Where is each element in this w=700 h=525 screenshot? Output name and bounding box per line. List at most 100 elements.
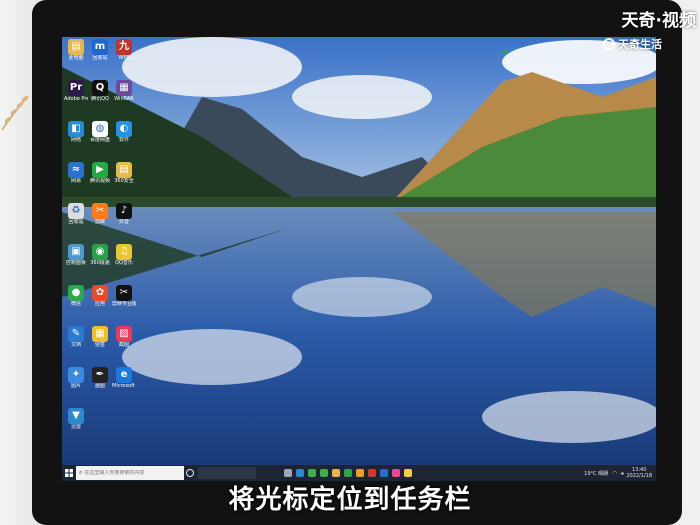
desktop-icon[interactable]: 九 WPS	[112, 39, 136, 61]
desktop-icon[interactable]: ◉ 360极速	[88, 244, 112, 266]
desktop-icon[interactable]: ♻ 回收站	[64, 203, 88, 225]
desktop-icon[interactable]: ✒ 画图	[88, 367, 112, 389]
desktop-icon[interactable]: ✦ 图片	[64, 367, 88, 389]
desktop-icon-label: 腾讯QQ	[91, 96, 109, 102]
desktop-icon-label: 360安全	[114, 178, 134, 184]
watermark-logo: 天奇生活	[603, 36, 662, 52]
task-view-icon	[284, 469, 292, 477]
desktop-icon[interactable]: ♫ QQ音乐	[112, 244, 136, 266]
desktop-icon[interactable]: ♪ 抖音	[112, 203, 136, 225]
desktop-icon[interactable]: ▦ 便签	[88, 326, 112, 348]
desktop-icon-label: 文档	[70, 342, 81, 348]
desktop-icon[interactable]: ◧ 网络	[64, 121, 88, 143]
app-icon: ▦	[116, 80, 132, 96]
desktop-icon[interactable]: ▼ 迅雷	[64, 408, 88, 430]
desktop-icon-label: 便签	[94, 342, 105, 348]
app-icon: ●	[68, 285, 84, 301]
desktop-icon[interactable]: ▤ 此电脑	[64, 39, 88, 61]
circle-icon	[186, 469, 194, 477]
logo-text: 天奇生活	[618, 38, 662, 51]
search-icon: ⌕	[79, 469, 83, 476]
app-icon: Pr	[68, 80, 84, 96]
desktop-icon-label: 360极速	[90, 260, 110, 266]
weather-text[interactable]: 19°C 晴朗	[584, 470, 608, 477]
desktop-icon[interactable]: ◍ 百度网盘	[88, 121, 112, 143]
desktop-icon[interactable]: ▶ 腾讯视频	[88, 162, 112, 184]
desktop-icon-label: 截图	[118, 342, 129, 348]
desktop-icon[interactable]: ✎ 文档	[64, 326, 88, 348]
wallpaper-lake	[62, 37, 656, 465]
taskbar-search[interactable]: ⌕	[76, 466, 184, 480]
desktop-icon[interactable]: Q 腾讯QQ	[88, 80, 112, 102]
desktop-icon[interactable]: ▤ 360安全	[112, 162, 136, 184]
notes-icon	[404, 469, 412, 477]
app-icon: ✒	[92, 367, 108, 383]
app-icon: ◍	[92, 121, 108, 137]
desktop-icon[interactable]: ▦ WinRAR	[112, 80, 136, 102]
app-icon: ◧	[68, 121, 84, 137]
desktop-icon-label: 图片	[70, 383, 81, 389]
app-icon: m	[92, 39, 108, 55]
desktop-icon-label: WPS	[118, 55, 130, 61]
app-icon: ♫	[116, 244, 132, 260]
wechat-icon	[344, 469, 352, 477]
desktop-icon-label: 回收站	[92, 55, 108, 61]
desktop-icon-label: 网易	[70, 178, 81, 184]
app-icon: ▣	[68, 244, 84, 260]
desktop-screen: ▤此电脑m回收站九WPSPrAdobe PremiereQ腾讯QQ▦WinRAR…	[62, 37, 656, 481]
desktop-icon-label: 微信	[70, 301, 81, 307]
volume-icon[interactable]: ◂	[620, 470, 623, 477]
app-icon: Q	[92, 80, 108, 96]
wheat-decoration	[1, 95, 29, 131]
app-icon: ▤	[116, 162, 132, 178]
app-icon: ✎	[68, 326, 84, 342]
app-icon: ▨	[116, 326, 132, 342]
app-icon: ✂	[92, 203, 108, 219]
app-icon: ◉	[92, 244, 108, 260]
taskbar-clock[interactable]: 13:40 2022/1/18	[626, 467, 652, 479]
desktop-icon-label: 剪映	[94, 219, 105, 225]
desktop-icons: ▤此电脑m回收站九WPSPrAdobe PremiereQ腾讯QQ▦WinRAR…	[64, 39, 136, 463]
app-icon: ♻	[68, 203, 84, 219]
desktop-icon[interactable]: ✿ 应用	[88, 285, 112, 307]
desktop-icon[interactable]: ● 微信	[64, 285, 88, 307]
desktop-icon-label: 回收站	[68, 219, 84, 225]
app-icon: ◐	[116, 121, 132, 137]
app-icon: ▦	[92, 326, 108, 342]
wps-icon	[368, 469, 376, 477]
logo-icon	[603, 38, 615, 50]
app-icon: ✦	[68, 367, 84, 383]
subtitle-caption: 将光标定位到任务栏	[228, 485, 472, 515]
search-input[interactable]	[84, 470, 175, 476]
desktop-icon-label: 控制面板	[65, 260, 86, 266]
desktop-icon[interactable]: ≈ 网易	[64, 162, 88, 184]
watermark-top: 天奇·视频	[621, 11, 696, 31]
desktop-icon[interactable]: ▣ 控制面板	[64, 244, 88, 266]
desktop-icon[interactable]: ✂ 剪映专业版	[112, 285, 136, 307]
word-icon	[380, 469, 388, 477]
desktop-icon-label: 画图	[94, 383, 105, 389]
taskbar-widget[interactable]	[198, 467, 256, 479]
desktop-icon[interactable]: PrAdobe Premiere	[64, 80, 88, 102]
desktop-icon-label: Adobe Premiere	[64, 96, 88, 102]
desktop-icon[interactable]: eMicrosoft Edge	[112, 367, 136, 389]
desktop-icon[interactable]: ✂ 剪映	[88, 203, 112, 225]
explorer-icon	[332, 469, 340, 477]
app-icon: ▼	[68, 408, 84, 424]
desktop-icon-label: 腾讯视频	[89, 178, 110, 184]
desktop-icon[interactable]: ▨ 截图	[112, 326, 136, 348]
desktop-icon-label: 剪映专业版	[112, 301, 136, 307]
desktop-icon[interactable]: m 回收站	[88, 39, 112, 61]
desktop-icon[interactable]: ◐ 软件	[112, 121, 136, 143]
paint-icon	[392, 469, 400, 477]
app-icon: ✿	[92, 285, 108, 301]
network-icon[interactable]: ◠	[612, 470, 617, 477]
app-icon: e	[116, 367, 132, 383]
desktop-icon-label: 软件	[118, 137, 129, 143]
desktop-icon-label: WinRAR	[114, 96, 134, 102]
desktop-icon-label: 应用	[94, 301, 105, 307]
desktop-icon-label: 抖音	[118, 219, 129, 225]
desktop-icon-label: 迅雷	[70, 424, 81, 430]
folder-icon	[356, 469, 364, 477]
desktop-icon-label: Microsoft Edge	[112, 383, 136, 389]
